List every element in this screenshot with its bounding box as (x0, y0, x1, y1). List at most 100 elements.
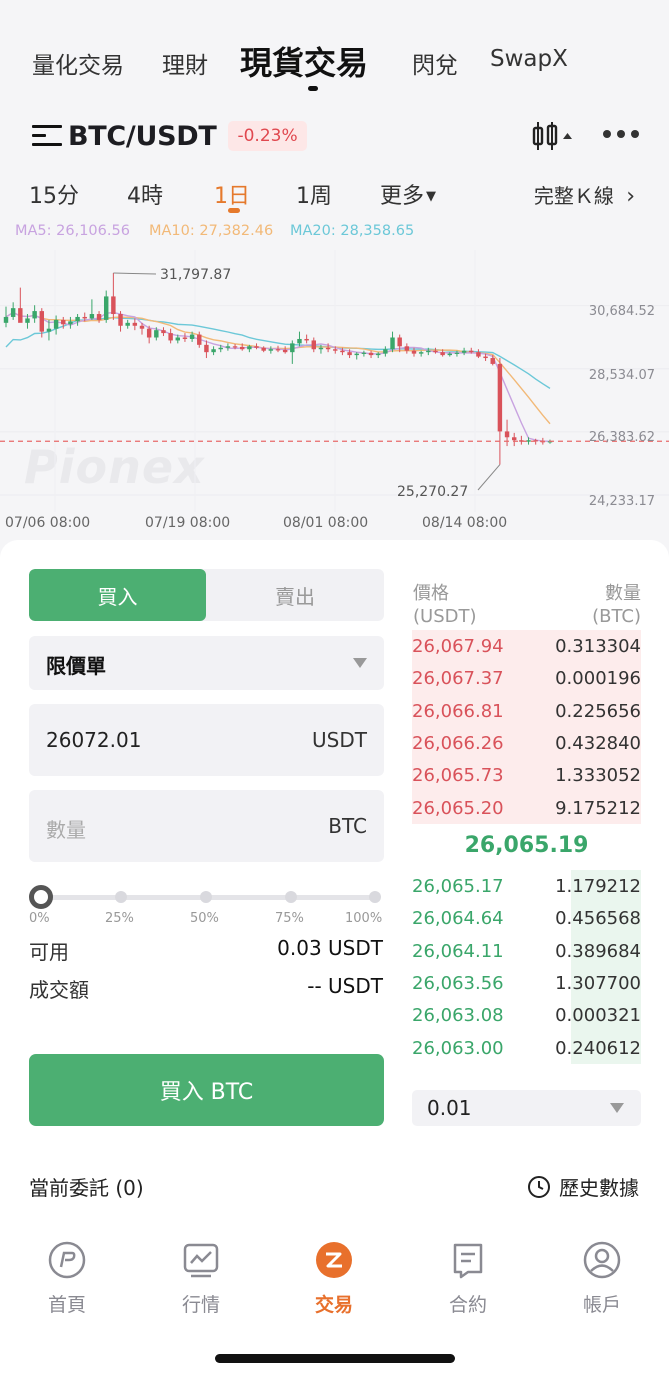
last-price[interactable]: 26,065.19 (412, 833, 641, 858)
history-link[interactable]: 歷史數據 (527, 1172, 639, 1201)
bid-row[interactable]: 26,063.00 0.240612 (412, 1033, 641, 1065)
nav-spot-trading[interactable]: 現貨交易 (240, 38, 368, 84)
ask-row[interactable]: 26,066.26 0.432840 (412, 728, 641, 760)
ma5-line (5, 311, 551, 442)
chevron-right-icon: › (626, 184, 635, 209)
low-price-callout: 25,270.27 (397, 484, 469, 500)
timeframe-1w[interactable]: 1周 (296, 178, 332, 210)
slider-label-100: 100% (345, 911, 383, 926)
x-tick-0: 07/06 08:00 (5, 515, 91, 531)
nav-swapx[interactable]: SwapX (490, 46, 568, 72)
timeframe-more[interactable]: 更多 ▼ (380, 178, 436, 210)
candle-body (433, 350, 438, 353)
candle-body (161, 330, 166, 334)
bid-row[interactable]: 26,065.17 1.179212 (412, 871, 641, 903)
bid-row[interactable]: 26,064.11 0.389684 (412, 936, 641, 968)
sell-tab[interactable]: 賣出 (206, 569, 384, 621)
buy-btc-button[interactable]: 買入 BTC (29, 1054, 384, 1126)
candle-body (103, 296, 109, 320)
full-kline-label: 完整Ｋ線 (533, 184, 614, 208)
ask-row[interactable]: 26,066.81 0.225656 (412, 696, 641, 728)
order-type-select[interactable]: 限價單 (29, 636, 384, 690)
ask-row[interactable]: 26,067.37 0.000196 (412, 663, 641, 695)
bid-row[interactable]: 26,063.08 0.000321 (412, 1000, 641, 1032)
account-icon (583, 1241, 621, 1279)
high-price-callout: 31,797.87 (160, 267, 232, 283)
tab-account[interactable]: 帳戶 (547, 1240, 657, 1317)
ask-row[interactable]: 26,067.94 0.313304 (412, 631, 641, 663)
candle-body (290, 343, 295, 353)
ask-price: 26,065.20 (412, 797, 504, 819)
candlestick-chart[interactable] (0, 250, 669, 540)
home-indicator (215, 1354, 455, 1363)
slider-stop-75[interactable] (285, 891, 297, 903)
buy-tab[interactable]: 買入 (29, 569, 206, 621)
timeframe-4h[interactable]: 4時 (127, 178, 163, 210)
nav-quant-trading[interactable]: 量化交易 (32, 46, 124, 80)
amount-unit: BTC (328, 814, 367, 838)
ask-price: 26,066.26 (412, 732, 504, 754)
candle-body (504, 431, 510, 438)
slider-stop-50[interactable] (200, 891, 212, 903)
candle-body (426, 350, 431, 353)
candle-body (175, 337, 181, 341)
tab-home[interactable]: 首頁 (12, 1240, 122, 1317)
candle-body (447, 353, 453, 356)
candle-body (511, 437, 517, 441)
x-tick-1: 07/19 08:00 (145, 515, 231, 531)
slider-stop-25[interactable] (115, 891, 127, 903)
candle-body (39, 311, 45, 332)
price-input[interactable]: 26072.01 USDT (29, 704, 384, 776)
pair-title: BTC/USDT (68, 120, 217, 152)
slider-stop-100[interactable] (369, 891, 381, 903)
nav-swap[interactable]: 閃兌 (412, 46, 458, 80)
candle-body (390, 337, 395, 350)
slider-label-25: 25% (105, 911, 134, 926)
ask-row[interactable]: 26,065.20 9.175212 (412, 793, 641, 825)
more-options-icon[interactable] (602, 126, 640, 142)
home-icon (48, 1241, 86, 1279)
bid-price: 26,064.64 (412, 908, 504, 930)
candle-body (304, 338, 309, 341)
tab-futures[interactable]: 合約 (413, 1240, 523, 1317)
candle-body (82, 316, 87, 319)
candle-body (247, 346, 252, 350)
tab-trade-label: 交易 (314, 1294, 353, 1316)
candle-body (375, 353, 381, 356)
candle-body (75, 316, 80, 322)
timeframe-1d[interactable]: 1日 (214, 178, 250, 210)
caret-down-icon: ▼ (426, 189, 437, 204)
candle-body (218, 347, 223, 350)
precision-select[interactable]: 0.01 (412, 1090, 641, 1126)
ask-row[interactable]: 26,065.73 1.333052 (412, 760, 641, 792)
tab-trade[interactable]: 交易 (279, 1240, 389, 1317)
candle-body (154, 330, 159, 338)
bid-qty: 0.000321 (555, 1005, 641, 1027)
orderbook-price-header: 價格 (USDT) (413, 582, 477, 628)
tab-market[interactable]: 行情 (146, 1240, 256, 1317)
qty-header-unit: (BTC) (592, 606, 641, 627)
nav-finance[interactable]: 理財 (162, 46, 208, 80)
y-tick-1: 28,534.07 (588, 368, 655, 383)
ask-qty: 0.313304 (555, 636, 641, 657)
candle-body (225, 346, 231, 348)
high-callout-line (113, 272, 157, 275)
tab-home-label: 首頁 (47, 1294, 86, 1316)
candle-body (232, 346, 238, 348)
bid-row[interactable]: 26,064.64 0.456568 (412, 903, 641, 935)
amount-slider-handle[interactable] (29, 885, 53, 909)
amount-input[interactable]: 數量 BTC (29, 790, 384, 862)
bid-row[interactable]: 26,063.56 1.307700 (412, 968, 641, 1000)
candle-body (297, 338, 302, 344)
x-tick-2: 08/01 08:00 (283, 515, 369, 531)
price-change-badge: -0.23% (228, 121, 307, 151)
open-orders-label[interactable]: 當前委託 (0) (29, 1172, 144, 1201)
candlestick-chart-icon[interactable] (532, 120, 574, 152)
pair-selector[interactable]: BTC/USDT -0.23% (32, 116, 307, 156)
ask-price: 26,066.81 (412, 700, 504, 722)
full-kline-link[interactable]: 完整Ｋ線 › (534, 180, 635, 209)
slider-label-50: 50% (190, 911, 219, 926)
y-tick-3: 24,233.17 (588, 494, 655, 509)
timeframe-15m[interactable]: 15分 (29, 178, 79, 210)
candle-body (497, 363, 503, 432)
